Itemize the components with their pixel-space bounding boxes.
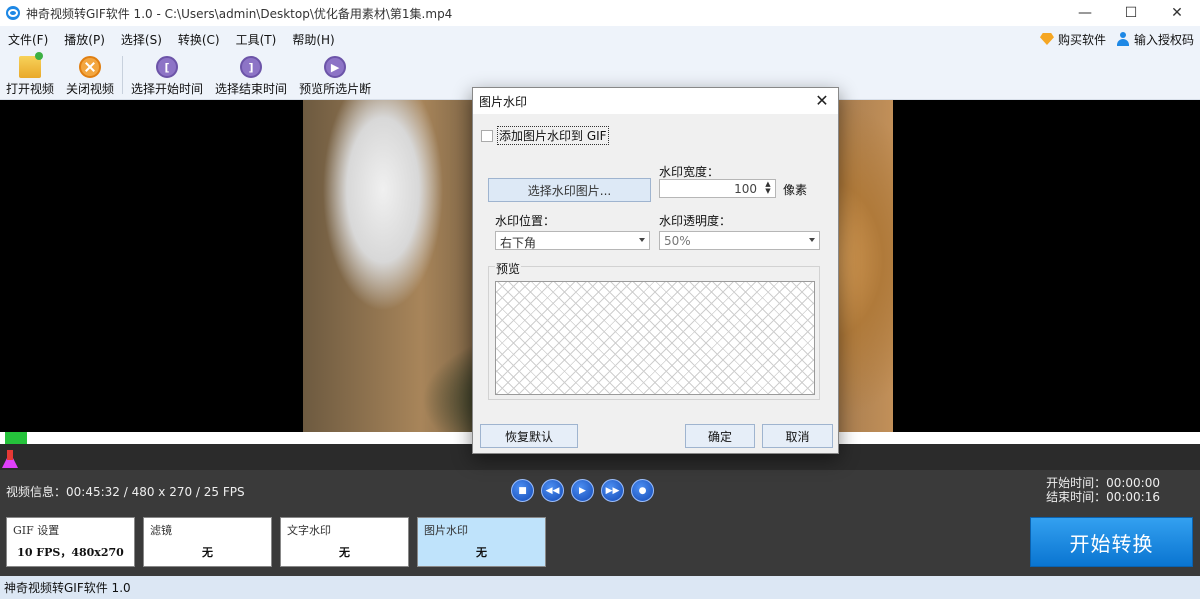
open-video-label: 打开视频 — [6, 82, 55, 96]
watermark-width-value: 100 — [734, 182, 757, 196]
image-watermark-card[interactable]: 图片水印 无 — [417, 517, 546, 567]
window-title: 神奇视频转GIF软件 1.0 - C:\Users\admin\Desktop\… — [26, 6, 453, 21]
end-time: 结束时间：00:00:16 — [1046, 490, 1160, 504]
watermark-position-label: 水印位置： — [495, 214, 556, 228]
play-button[interactable]: ▶ — [571, 479, 594, 502]
gif-settings-title: GIF 设置 — [13, 524, 60, 537]
add-watermark-row: 添加图片水印到 GIF — [481, 126, 609, 145]
preview-label: 预览 — [495, 260, 522, 277]
dialog-title: 图片水印 — [479, 94, 528, 109]
menu-file[interactable]: 文件(F) — [0, 31, 56, 48]
toolbar-separator — [122, 56, 124, 94]
spinner-arrows-icon[interactable]: ▲ ▼ — [763, 181, 773, 196]
menu-tools[interactable]: 工具(T) — [228, 31, 285, 48]
buy-software-link[interactable]: 购买软件 — [1039, 31, 1106, 48]
watermark-opacity-label: 水印透明度： — [659, 214, 732, 228]
close-video-button[interactable]: 关闭视频 — [60, 52, 120, 97]
snapshot-camera-button[interactable]: ● — [631, 479, 654, 502]
maximize-button[interactable]: ☐ — [1108, 0, 1154, 26]
info-bar: 视频信息：00:45:32 / 480 x 270 / 25 FPS ■ ◀◀ … — [0, 470, 1200, 512]
end-bracket-icon: ] — [240, 56, 263, 78]
status-bar: 神奇视频转GIF软件 1.0 — [0, 576, 1200, 599]
menu-convert[interactable]: 转换(C) — [170, 31, 228, 48]
enter-license-link[interactable]: 输入授权码 — [1116, 31, 1194, 48]
select-end-time-button[interactable]: ] 选择结束时间 — [209, 52, 293, 97]
play-preview-icon: ▶ — [324, 56, 347, 78]
user-icon — [1116, 32, 1130, 46]
enter-license-label: 输入授权码 — [1133, 32, 1194, 47]
gif-settings-card[interactable]: GIF 设置 10 FPS，480x270 — [6, 517, 135, 567]
minimize-button[interactable]: — — [1062, 0, 1108, 26]
open-video-button[interactable]: 打开视频 — [0, 52, 60, 97]
select-start-time-button[interactable]: [ 选择开始时间 — [125, 52, 209, 97]
reset-defaults-button[interactable]: 恢复默认 — [480, 424, 578, 448]
image-watermark-value: 无 — [476, 546, 487, 559]
watermark-opacity-select[interactable]: 50% — [659, 231, 820, 250]
cancel-button[interactable]: 取消 — [762, 424, 833, 448]
preview-clip-button[interactable]: ▶ 预览所选片断 — [293, 52, 377, 97]
menu-help[interactable]: 帮助(H) — [284, 31, 342, 48]
buy-software-label: 购买软件 — [1057, 32, 1106, 47]
add-watermark-checkbox[interactable] — [481, 129, 493, 142]
watermark-position-value: 右下角 — [500, 236, 537, 250]
start-convert-button[interactable]: 开始转换 — [1030, 517, 1193, 567]
menu-bar: 文件(F) 播放(P) 选择(S) 转换(C) 工具(T) 帮助(H) 购买软件… — [0, 26, 1200, 52]
ok-button[interactable]: 确定 — [685, 424, 755, 448]
filter-value: 无 — [202, 546, 213, 559]
close-video-icon — [79, 56, 102, 78]
dialog-close-button[interactable]: ✕ — [814, 91, 830, 110]
pick-watermark-image-button[interactable]: 选择水印图片... — [488, 178, 651, 202]
filter-card[interactable]: 滤镜 无 — [143, 517, 272, 567]
playhead-marker-icon[interactable] — [2, 450, 18, 468]
watermark-width-label: 水印宽度： — [659, 165, 720, 179]
select-end-time-label: 选择结束时间 — [215, 82, 288, 96]
text-watermark-value: 无 — [339, 546, 350, 559]
filter-title: 滤镜 — [150, 524, 172, 537]
clip-times: 开始时间：00:00:00 结束时间：00:00:16 — [1046, 476, 1160, 504]
chevron-down-icon — [639, 238, 645, 242]
player-controls: ■ ◀◀ ▶ ▶▶ ● — [511, 479, 654, 502]
image-watermark-title: 图片水印 — [424, 524, 468, 537]
chevron-down-icon — [809, 238, 815, 242]
watermark-opacity-value: 50% — [664, 234, 691, 248]
watermark-width-spinner[interactable]: 100 ▲ ▼ — [659, 179, 776, 198]
diamond-icon — [1039, 33, 1054, 45]
watermark-position-select[interactable]: 右下角 — [495, 231, 650, 250]
window-controls: — ☐ ✕ — [1062, 0, 1200, 26]
open-folder-icon — [19, 52, 43, 78]
text-watermark-title: 文字水印 — [287, 524, 331, 537]
dialog-titlebar: 图片水印 ✕ — [473, 88, 838, 114]
image-watermark-dialog: 图片水印 ✕ 添加图片水印到 GIF 水印宽度： 选择水印图片... 100 ▲… — [472, 87, 839, 454]
preview-clip-label: 预览所选片断 — [299, 82, 372, 96]
start-bracket-icon: [ — [156, 56, 179, 78]
rewind-button[interactable]: ◀◀ — [541, 479, 564, 502]
menu-select[interactable]: 选择(S) — [113, 31, 170, 48]
bottom-panel: GIF 设置 10 FPS，480x270 滤镜 无 文字水印 无 图片水印 无… — [0, 512, 1200, 576]
close-video-label: 关闭视频 — [66, 82, 115, 96]
gif-settings-value: 10 FPS，480x270 — [17, 546, 124, 559]
app-logo-icon — [6, 6, 20, 20]
menu-play[interactable]: 播放(P) — [56, 31, 113, 48]
select-start-time-label: 选择开始时间 — [131, 82, 204, 96]
close-window-button[interactable]: ✕ — [1154, 0, 1200, 26]
title-bar: 神奇视频转GIF软件 1.0 - C:\Users\admin\Desktop\… — [0, 0, 1200, 26]
stop-button[interactable]: ■ — [511, 479, 534, 502]
timeline-played-segment — [5, 432, 27, 444]
video-info: 视频信息：00:45:32 / 480 x 270 / 25 FPS — [6, 485, 245, 499]
watermark-preview — [495, 281, 815, 395]
start-time: 开始时间：00:00:00 — [1046, 476, 1160, 490]
fast-forward-button[interactable]: ▶▶ — [601, 479, 624, 502]
text-watermark-card[interactable]: 文字水印 无 — [280, 517, 409, 567]
add-watermark-label[interactable]: 添加图片水印到 GIF — [497, 126, 609, 145]
watermark-width-unit: 像素 — [783, 183, 808, 197]
